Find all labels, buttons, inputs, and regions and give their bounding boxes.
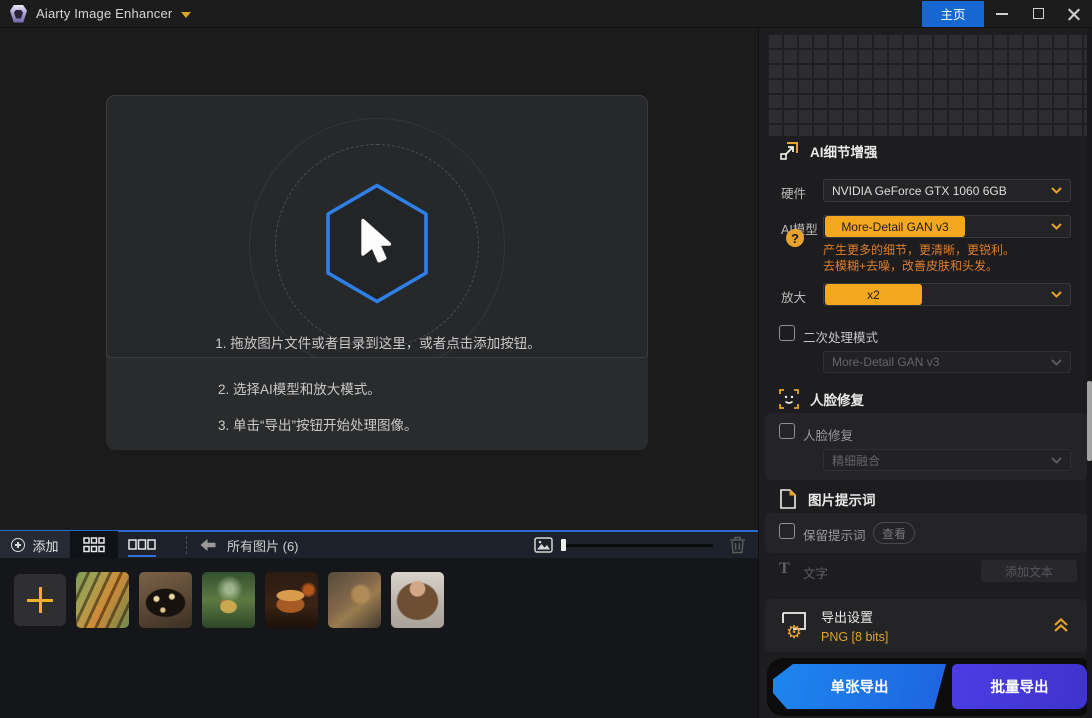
face-mode-dropdown: 精细融合 [823,449,1071,471]
single-export-button[interactable]: 单张导出 [773,664,946,709]
close-icon [1068,8,1080,20]
upscale-selected-chip: x2 [825,284,922,305]
chevron-down-icon [1051,187,1062,194]
hardware-value: NVIDIA GeForce GTX 1060 6GB [832,183,1007,198]
ai-enhance-title: AI细节增强 [810,145,878,160]
chevron-down-icon [1051,358,1062,366]
face-restore-title: 人脸修复 [810,393,864,408]
image-prompt-section-header: 图片提示词 [779,489,876,509]
thumbnail-terrarium[interactable] [202,572,255,628]
main-preview-area: 1. 拖放图片文件或者目录到这里，或者点击添加按钮。 2. 选择AI模型和放大模… [0,28,758,530]
drop-hexagon-icon[interactable] [321,181,433,312]
title-menu-chevron-icon[interactable] [181,11,192,18]
thumbnail-tiger[interactable] [76,572,129,628]
minimize-button[interactable] [984,1,1020,27]
app-window: Aiarty Image Enhancer 主页 1. 拖放图片文件或者目录到这… [0,0,1092,718]
face-icon [779,389,799,409]
export-settings-panel[interactable]: ⚙ 导出设置 PNG [8 bits] [765,599,1087,652]
add-button-label: 添加 [32,538,59,554]
grid-view-icon [83,537,105,553]
view-prompt-button[interactable]: 查看 [873,522,915,544]
chevron-down-icon [1051,223,1062,230]
thumbnail-butterfly[interactable] [139,572,192,628]
filmstrip-active-underline [128,555,156,557]
upscale-label: 放大 [781,291,807,305]
collapse-double-chevron-icon[interactable] [1053,617,1069,633]
ai-model-selected-chip: More-Detail GAN v3 [825,216,965,237]
enlarge-icon [780,142,798,160]
scrollbar-thumb[interactable] [1087,381,1092,461]
filmstrip-view-button[interactable] [118,531,166,559]
close-button[interactable] [1056,1,1092,27]
app-title: Aiarty Image Enhancer [36,6,173,21]
document-icon [780,489,797,509]
instruction-line-3: 3. 单击“导出”按钮开始处理图像。 [218,418,418,433]
panel-scrollbar[interactable] [1087,28,1092,718]
model-description-line-2: 去模糊+去噪，改善皮肤和头发。 [823,259,999,273]
minimize-icon [996,12,1008,15]
instruction-line-2: 2. 选择AI模型和放大模式。 [218,382,381,397]
thumbnail-burger[interactable] [265,572,318,628]
export-buttons-container: 单张导出 批量导出 [767,658,1092,716]
export-settings-icon: ⚙ [782,612,806,639]
preview-grid-pattern [767,33,1087,136]
model-description-line-1: 产生更多的细节，更清晰，更锐利。 [823,243,1016,257]
filmstrip-view-icon [128,539,156,550]
svg-text:⚙: ⚙ [786,622,802,639]
hardware-label: 硬件 [781,187,807,201]
all-images-filter-label[interactable]: 所有图片 (6) [227,536,299,555]
app-logo-icon [10,4,27,23]
title-bar: Aiarty Image Enhancer 主页 [0,0,1092,28]
home-button[interactable]: 主页 [922,0,984,27]
back-arrow-icon[interactable] [199,537,217,553]
face-restore-panel: 人脸修复 精细融合 [765,413,1087,480]
maximize-button[interactable] [1020,1,1056,27]
settings-panel: AI细节增强 硬件 NVIDIA GeForce GTX 1060 6GB AI… [758,28,1092,718]
slider-track[interactable] [561,544,713,547]
plus-circle-icon [11,538,26,552]
trash-icon[interactable] [729,536,746,554]
thumbnail-size-icon [534,537,553,553]
text-icon: T [779,560,790,577]
ai-model-dropdown[interactable]: More-Detail GAN v3 [823,215,1071,238]
grid-view-button[interactable] [70,531,118,559]
keep-prompt-checkbox[interactable] [779,523,795,539]
add-images-button[interactable]: 添加 [0,531,70,559]
model-help-icon[interactable]: ? [786,229,804,247]
secondary-mode-label: 二次处理模式 [803,331,879,345]
image-prompt-panel: 保留提示词 查看 [765,513,1087,553]
hardware-dropdown[interactable]: NVIDIA GeForce GTX 1060 6GB [823,179,1071,202]
instruction-line-1: 1. 拖放图片文件或者目录到这里，或者点击添加按钮。 [215,336,541,351]
ai-enhance-section-header: AI细节增强 [779,141,878,161]
secondary-mode-checkbox[interactable] [779,325,795,341]
thumbnail-strip [0,558,758,718]
secondary-model-dropdown: More-Detail GAN v3 [823,351,1071,373]
chevron-down-icon [1051,291,1062,298]
add-text-button[interactable]: 添加文本 [981,560,1077,582]
image-dropzone[interactable]: 1. 拖放图片文件或者目录到这里，或者点击添加按钮。 2. 选择AI模型和放大模… [106,95,648,450]
add-image-tile[interactable] [14,574,66,626]
export-settings-title: 导出设置 [821,610,874,625]
export-format-value: PNG [8 bits] [821,630,889,644]
thumbnail-steampunk-dog[interactable] [328,572,381,628]
upscale-dropdown[interactable]: x2 [823,283,1071,306]
chevron-down-icon [1051,456,1062,464]
dropzone-inner-panel[interactable]: 1. 拖放图片文件或者目录到这里，或者点击添加按钮。 [106,95,648,358]
keep-prompt-label: 保留提示词 [803,529,866,543]
plus-icon [27,587,53,613]
face-restore-checkbox[interactable] [779,423,795,439]
bottom-toolbar: 添加 所有图片 (6) [0,530,758,559]
face-restore-checkbox-label: 人脸修复 [803,429,854,443]
toolbar-divider [186,536,187,554]
batch-export-button[interactable]: 批量导出 [952,664,1087,709]
maximize-icon [1032,8,1044,19]
face-restore-section-header: 人脸修复 [779,389,864,409]
thumbnail-size-slider[interactable] [561,539,713,551]
slider-handle[interactable] [561,539,566,551]
thumbnail-girl-portrait[interactable] [391,572,444,628]
secondary-model-value: More-Detail GAN v3 [832,355,940,369]
face-mode-value: 精细融合 [832,453,881,468]
text-label: 文字 [803,567,829,581]
image-prompt-title: 图片提示词 [808,493,876,508]
